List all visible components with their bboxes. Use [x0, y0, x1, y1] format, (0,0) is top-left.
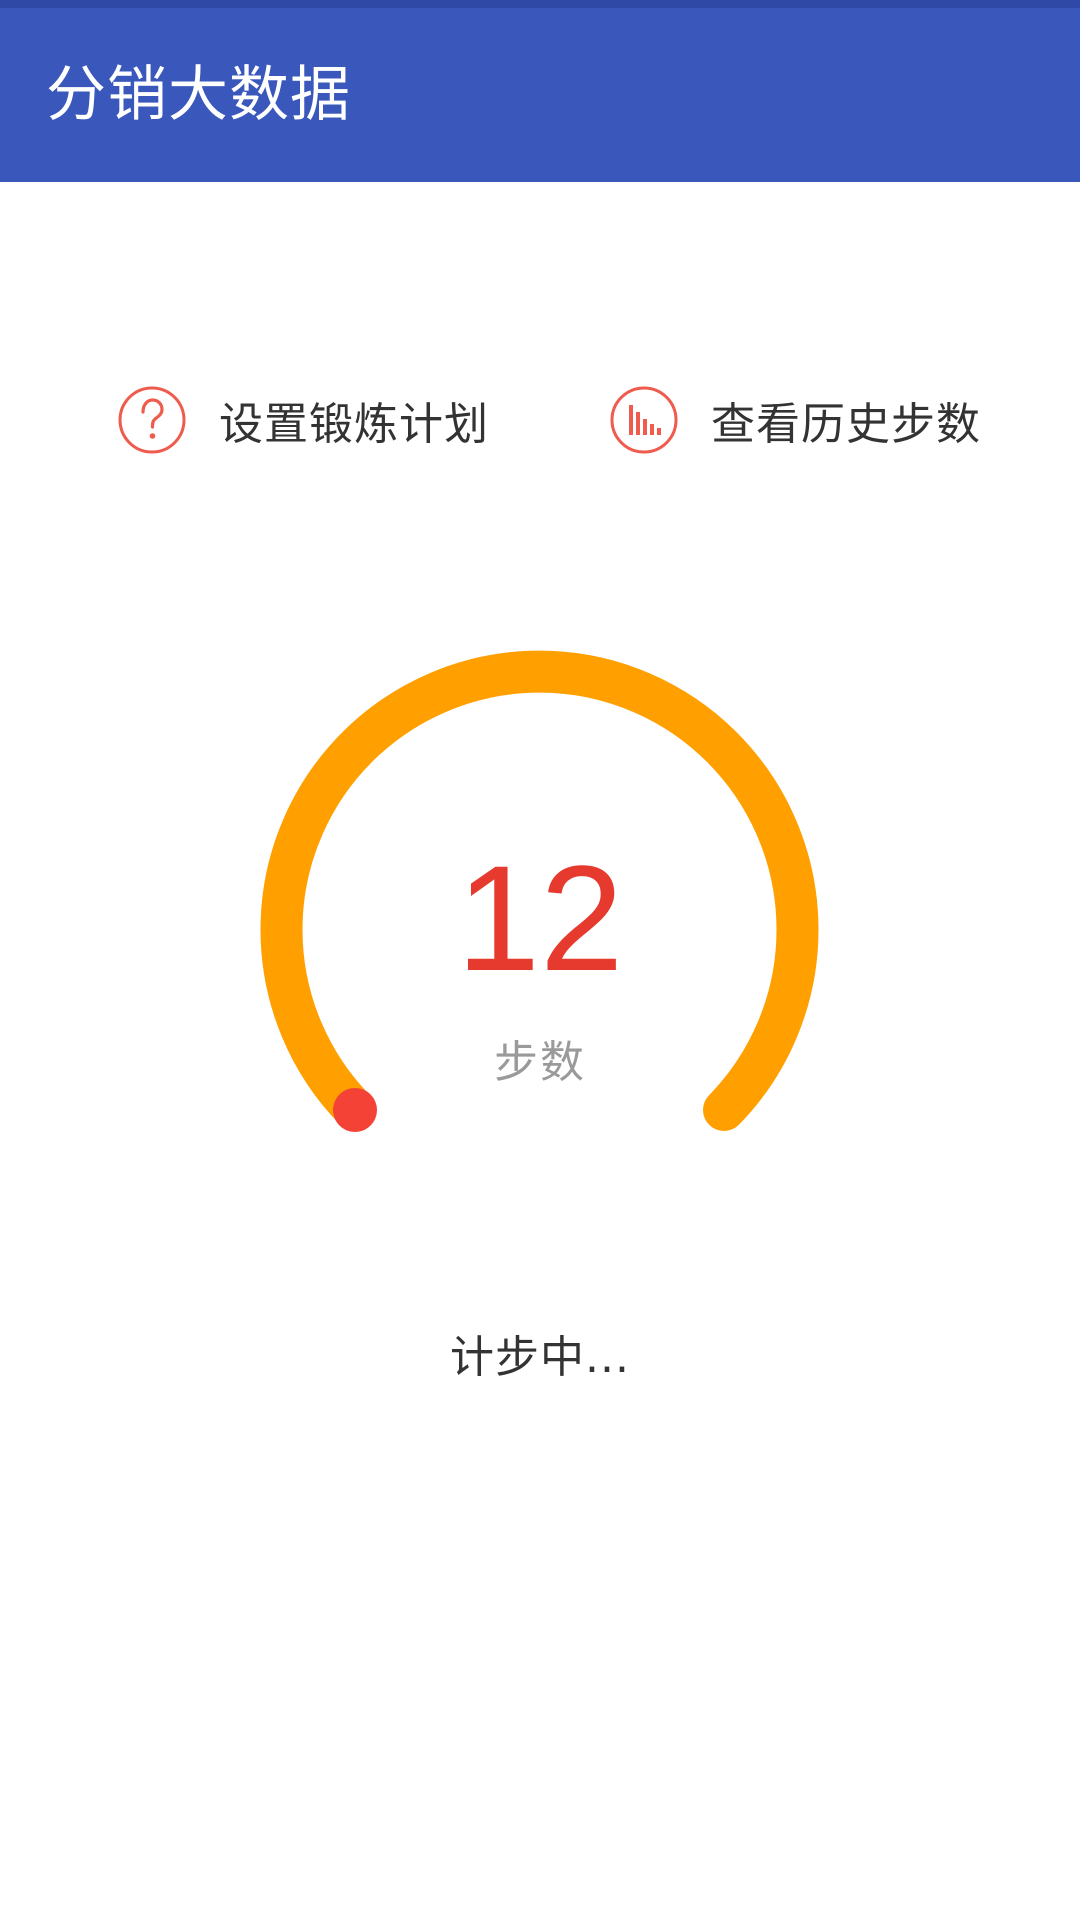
- bar-chart-circle-icon: [610, 386, 678, 454]
- step-count-value: 12: [456, 834, 624, 1002]
- step-count-unit: 步数: [494, 1037, 586, 1088]
- app-title: 分销大数据: [46, 60, 351, 130]
- gauge-progress-indicator: [333, 1088, 377, 1132]
- view-step-history-button[interactable]: 查看历史步数: [609, 385, 981, 455]
- app-bar: 分销大数据: [0, 0, 1080, 182]
- step-counting-status: 计步中...: [450, 1332, 630, 1383]
- set-exercise-plan-button[interactable]: 设置锻炼计划: [117, 385, 489, 455]
- question-circle-icon: [118, 386, 186, 454]
- view-step-history-label: 查看历史步数: [711, 399, 981, 450]
- set-exercise-plan-label: 设置锻炼计划: [219, 399, 489, 450]
- status-bar: [0, 0, 1080, 8]
